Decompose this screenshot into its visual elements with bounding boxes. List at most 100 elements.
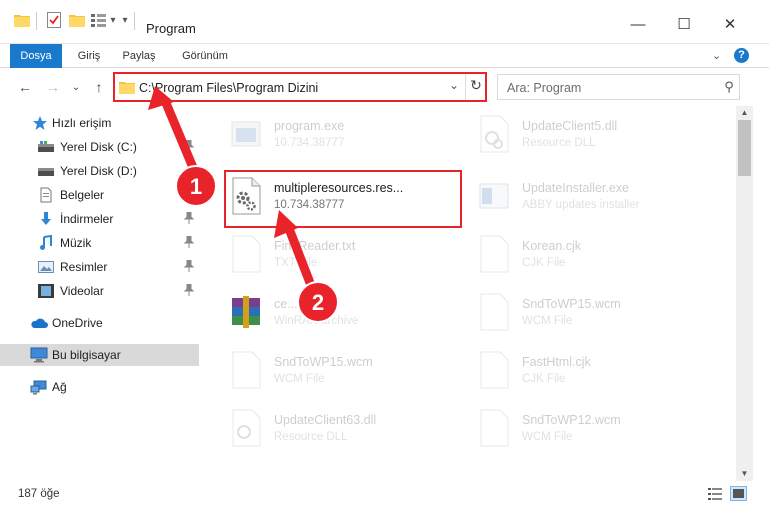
sidebar-item-label: Yerel Disk (D:): [60, 164, 137, 178]
navigation-bar: ← → ⌄ ↑ C:\Program Files\Program Dizini …: [0, 68, 769, 106]
file-type: ABBY updates installer: [522, 199, 640, 211]
back-button[interactable]: ←: [16, 78, 34, 96]
network-icon: [30, 379, 47, 395]
file-name: UpdateInstaller.exe: [522, 181, 630, 195]
installer-icon: [476, 176, 512, 216]
file-list: program.exe 10.734.38777 UpdateClient5.d…: [200, 106, 736, 481]
file-item[interactable]: UpdateInstaller.exe ABBY updates install…: [476, 174, 706, 224]
file-item[interactable]: SndToWP15.wcm WCM File: [228, 348, 458, 398]
maximize-button[interactable]: ☐: [674, 14, 694, 34]
file-name: UpdateClient5.dll: [522, 119, 618, 133]
file-name: FastHtml.cjk: [522, 355, 591, 369]
file-name: ce...s.cab: [274, 297, 328, 311]
file-icon: [228, 350, 264, 390]
sidebar-item-label: Müzik: [60, 236, 92, 250]
file-type: Resource DLL: [274, 431, 348, 443]
star-icon: [32, 115, 48, 131]
downloads-icon: [38, 211, 54, 227]
file-item[interactable]: FineReader.txt TXT File: [228, 232, 458, 282]
customize-toolbar-icon[interactable]: ▾: [120, 12, 130, 28]
close-button[interactable]: ✕: [720, 14, 740, 34]
help-icon[interactable]: ?: [734, 48, 749, 63]
file-type: Resource DLL: [522, 137, 596, 149]
drive-icon: [38, 139, 54, 155]
address-bar[interactable]: C:\Program Files\Program Dizini ⌄ ↻: [113, 72, 487, 102]
item-count: 187 öğe: [18, 488, 60, 500]
sidebar-item-label: Ağ: [52, 380, 67, 394]
quick-access-dropdown-icon[interactable]: ▾: [108, 12, 118, 28]
address-dropdown-icon[interactable]: ⌄: [449, 78, 461, 96]
title-bar: ▾ ▾ Program — ☐ ✕: [0, 0, 769, 44]
file-icon: [476, 234, 512, 274]
sidebar-item-videos[interactable]: Videolar: [0, 280, 199, 302]
gear-file-icon: [228, 176, 264, 216]
toolbar-divider: [36, 12, 37, 30]
sidebar-item-pictures[interactable]: Resimler: [0, 256, 199, 278]
file-name: Korean.cjk: [522, 239, 582, 253]
documents-icon: [38, 187, 54, 203]
file-item[interactable]: UpdateClient63.dll Resource DLL: [228, 406, 458, 456]
ribbon-expand-icon[interactable]: ⌄: [712, 49, 724, 63]
folder-icon: [14, 12, 30, 28]
scroll-down-icon[interactable]: ▼: [736, 467, 753, 481]
properties-icon[interactable]: [46, 12, 62, 28]
forward-button[interactable]: →: [44, 78, 62, 96]
computer-icon: [30, 347, 48, 363]
refresh-button[interactable]: ↻: [468, 77, 484, 95]
scrollbar-thumb[interactable]: [738, 120, 751, 176]
sidebar-item-documents[interactable]: Belgeler: [0, 184, 199, 206]
file-item[interactable]: UpdateClient5.dll Resource DLL: [476, 112, 706, 162]
sidebar-item-music[interactable]: Müzik: [0, 232, 199, 254]
file-item[interactable]: ce...s.cab WinRAR archive: [228, 290, 458, 340]
address-path[interactable]: C:\Program Files\Program Dizini: [139, 81, 318, 95]
file-type: 10.734.38777: [274, 199, 345, 211]
file-item[interactable]: SndToWP12.wcm WCM File: [476, 406, 706, 456]
scroll-up-icon[interactable]: ▲: [736, 106, 753, 120]
exe-icon: [228, 114, 264, 154]
tab-view[interactable]: Görünüm: [172, 44, 238, 68]
sidebar-item-drive-d[interactable]: Yerel Disk (D:): [0, 160, 199, 182]
new-folder-icon[interactable]: [69, 12, 85, 28]
sidebar-item-label: OneDrive: [52, 316, 103, 330]
file-type: WCM File: [274, 373, 325, 385]
pin-icon: [183, 283, 195, 299]
navigation-pane: Hızlı erişim Yerel Disk (C:) Yerel Disk …: [0, 106, 200, 481]
file-item[interactable]: program.exe 10.734.38777: [228, 112, 458, 162]
minimize-button[interactable]: —: [628, 14, 648, 34]
music-icon: [38, 234, 54, 251]
file-item[interactable]: SndToWP15.wcm WCM File: [476, 290, 706, 340]
file-type: CJK File: [522, 257, 566, 269]
up-button[interactable]: ↑: [90, 78, 108, 96]
status-bar: 187 öğe: [0, 481, 769, 514]
search-input[interactable]: Ara: Program: [507, 81, 581, 95]
toolbar-divider: [134, 12, 135, 30]
sidebar-item-label: Videolar: [60, 284, 104, 298]
pin-icon: [183, 259, 195, 275]
sidebar-item-label: Belgeler: [60, 188, 105, 202]
sidebar-item-network[interactable]: Ağ: [0, 376, 199, 398]
file-type: WCM File: [522, 315, 573, 327]
dll-icon: [228, 408, 264, 448]
details-view-icon[interactable]: [708, 488, 722, 500]
vertical-scrollbar[interactable]: ▲ ▼: [736, 106, 753, 481]
cloud-icon: [30, 315, 48, 331]
sidebar-item-quick-access[interactable]: Hızlı erişim: [0, 112, 199, 134]
pin-icon: [183, 187, 195, 203]
sidebar-item-this-pc[interactable]: Bu bilgisayar: [0, 344, 199, 366]
tab-home[interactable]: Giriş: [70, 44, 108, 68]
sidebar-item-drive-c[interactable]: Yerel Disk (C:): [0, 136, 199, 158]
large-icons-view-icon[interactable]: [730, 486, 747, 501]
file-item[interactable]: Korean.cjk CJK File: [476, 232, 706, 282]
file-item[interactable]: FastHtml.cjk CJK File: [476, 348, 706, 398]
file-item-multipleresources[interactable]: multipleresources.res... 10.734.38777: [228, 174, 458, 224]
file-name: UpdateClient63.dll: [274, 413, 377, 427]
sidebar-item-onedrive[interactable]: OneDrive: [0, 312, 199, 334]
pictures-icon: [38, 259, 54, 275]
recent-locations-icon[interactable]: ⌄: [70, 78, 82, 96]
sidebar-item-downloads[interactable]: İndirmeler: [0, 208, 199, 230]
drive-icon: [38, 163, 54, 179]
tab-share[interactable]: Paylaş: [116, 44, 162, 68]
search-icon[interactable]: ⚲: [720, 79, 734, 95]
view-options-icon[interactable]: [91, 12, 107, 28]
search-box[interactable]: Ara: Program ⚲: [497, 74, 740, 100]
